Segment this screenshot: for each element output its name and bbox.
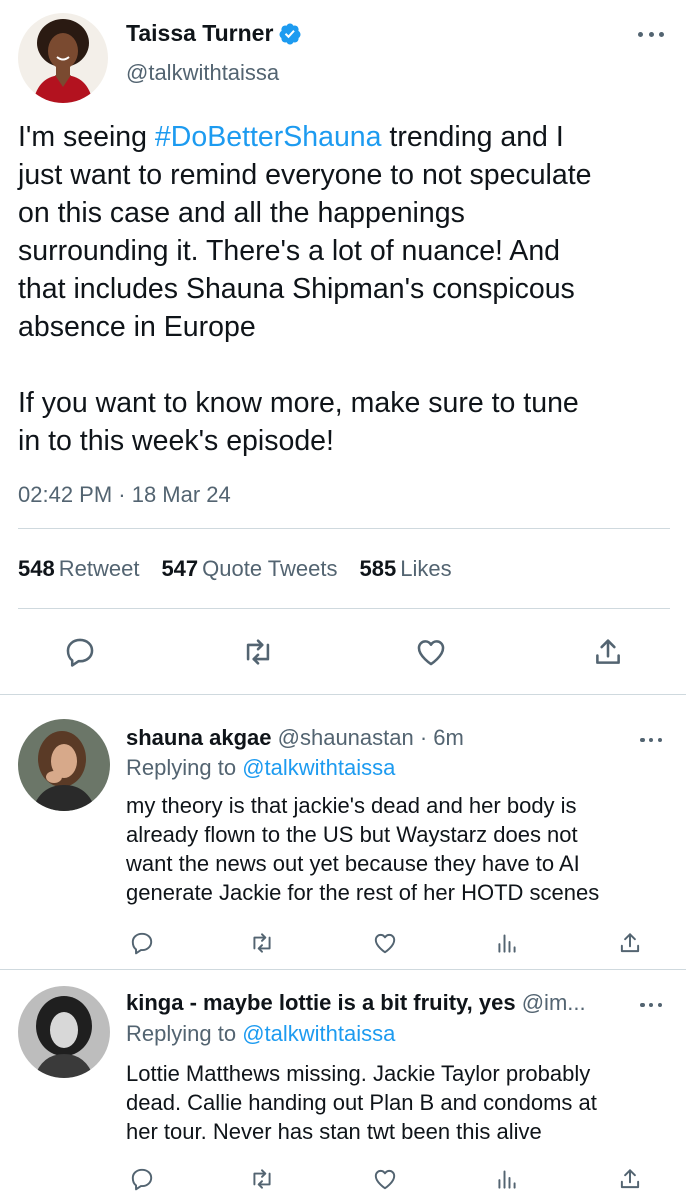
reply-header: kinga - maybe lottie is a bit fruity, ye… (126, 990, 626, 1016)
reply-author-handle[interactable]: @im... (522, 990, 586, 1015)
author-avatar[interactable] (18, 13, 108, 103)
reply-tweet[interactable]: kinga - maybe lottie is a bit fruity, ye… (0, 970, 686, 1200)
likes-stat[interactable]: 585 Likes (360, 556, 452, 582)
like-icon[interactable] (371, 929, 399, 957)
reply-icon[interactable] (62, 634, 98, 670)
tweet-line: in to this week's episode! (18, 425, 334, 457)
reply-avatar[interactable] (18, 719, 110, 811)
engagement-stats: 548 Retweet 547 Quote Tweets 585 Likes (18, 556, 474, 582)
tweet-line: just want to remind everyone to not spec… (18, 159, 592, 191)
divider (18, 608, 670, 609)
hashtag-link[interactable]: #DoBetterShauna (155, 121, 382, 153)
more-options-icon[interactable] (640, 1000, 662, 1010)
tweet-line: If you want to know more, make sure to t… (18, 387, 579, 419)
reply-text: Lottie Matthews missing. Jackie Taylor p… (126, 1059, 676, 1146)
quote-tweet-stat[interactable]: 547 Quote Tweets (161, 556, 337, 582)
replying-to-link[interactable]: @talkwithtaissa (242, 1021, 395, 1046)
reply-line: want the news out yet because they have … (126, 851, 580, 876)
more-options-icon[interactable] (640, 735, 662, 745)
reply-line: already flown to the US but Waystarz doe… (126, 822, 578, 847)
tweet-line: that includes Shauna Shipman's conspicou… (18, 273, 575, 305)
verified-badge-icon (279, 23, 301, 44)
reply-tweet[interactable]: shauna akgae @shaunastan · 6m Replying t… (0, 695, 686, 969)
tweet-line: on this case and all the happenings (18, 197, 465, 229)
retweet-icon[interactable] (248, 929, 276, 957)
replying-to-link[interactable]: @talkwithtaissa (242, 755, 395, 780)
like-icon[interactable] (413, 634, 449, 670)
tweet-timestamp[interactable]: 02:42 PM · 18 Mar 24 (18, 482, 231, 508)
tweet-line: I'm seeing #DoBetterShauna trending and … (18, 121, 564, 153)
share-icon[interactable] (590, 634, 626, 670)
reply-icon[interactable] (128, 1165, 156, 1193)
replying-to: Replying to @talkwithtaissa (126, 1021, 396, 1046)
author-display-name[interactable]: Taissa Turner (126, 20, 273, 47)
author-handle[interactable]: @talkwithtaissa (126, 60, 279, 86)
reply-text: my theory is that jackie's dead and her … (126, 791, 676, 907)
retweet-icon[interactable] (240, 634, 276, 670)
share-icon[interactable] (616, 1165, 644, 1193)
reply-author-name[interactable]: shauna akgae (126, 725, 272, 750)
tweet-line: surrounding it. There's a lot of nuance!… (18, 235, 561, 267)
divider (18, 528, 670, 529)
reply-line: her tour. Never has stan twt been this a… (126, 1119, 542, 1144)
reply-line: dead. Callie handing out Plan B and cond… (126, 1090, 597, 1115)
reply-header: shauna akgae @shaunastan · 6m (126, 725, 626, 751)
main-tweet: Taissa Turner @talkwithtaissa I'm seeing… (0, 0, 686, 694)
reply-icon[interactable] (128, 929, 156, 957)
reply-line: generate Jackie for the rest of her HOTD… (126, 880, 600, 905)
analytics-icon[interactable] (493, 1165, 521, 1193)
reply-author-handle[interactable]: @shaunastan (278, 725, 414, 750)
share-icon[interactable] (616, 929, 644, 957)
reply-author-name[interactable]: kinga - maybe lottie is a bit fruity, ye… (126, 990, 516, 1015)
reply-time[interactable]: · 6m (420, 725, 464, 750)
tweet-text: I'm seeing #DoBetterShauna trending and … (18, 118, 683, 460)
replying-to: Replying to @talkwithtaissa (126, 755, 396, 780)
tweet-line: absence in Europe (18, 311, 256, 343)
retweet-stat[interactable]: 548 Retweet (18, 556, 139, 582)
reply-avatar[interactable] (18, 986, 110, 1078)
more-options-icon[interactable] (638, 28, 664, 40)
analytics-icon[interactable] (493, 929, 521, 957)
retweet-icon[interactable] (248, 1165, 276, 1193)
reply-line: Lottie Matthews missing. Jackie Taylor p… (126, 1061, 591, 1086)
like-icon[interactable] (371, 1165, 399, 1193)
reply-line: my theory is that jackie's dead and her … (126, 793, 577, 818)
